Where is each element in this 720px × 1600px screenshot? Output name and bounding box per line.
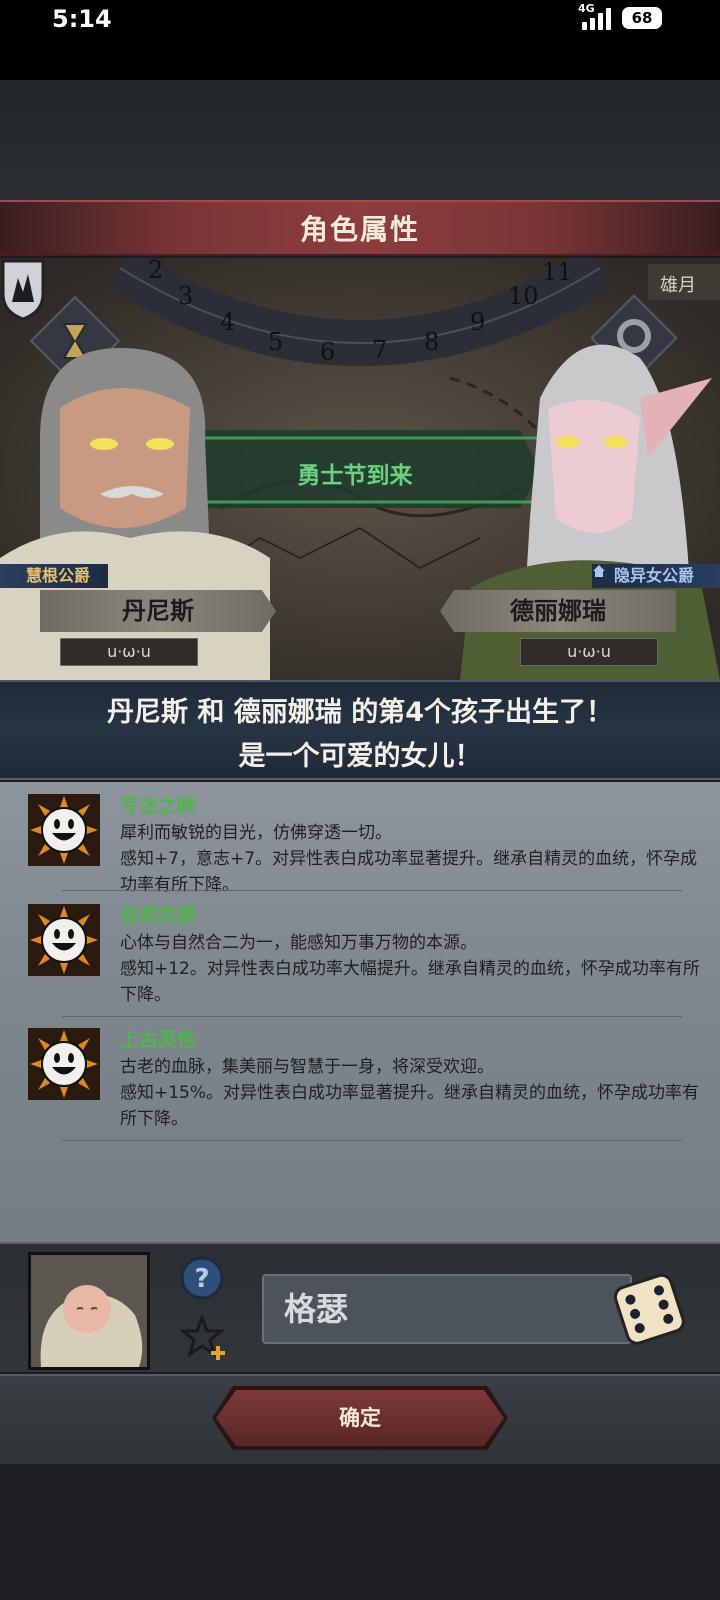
dial-number: 3	[178, 282, 193, 310]
dial-number: 7	[372, 336, 387, 364]
top-band	[0, 80, 720, 200]
smiley-sun-icon	[28, 1028, 100, 1100]
announcement-line-1: 丹尼斯 和 德丽娜瑞 的第4个孩子出生了！	[107, 697, 613, 728]
announcement-line-2: 是一个可爱的女儿！	[238, 741, 482, 772]
shield-icon	[1, 259, 45, 321]
favorite-add-icon[interactable]	[180, 1314, 228, 1362]
event-label: 勇士节到来	[297, 463, 413, 489]
divider	[62, 1016, 682, 1017]
mother-rank: 隐异女公爵	[592, 564, 720, 588]
dial-number: 6	[320, 338, 335, 366]
mother-name: 德丽娜瑞	[440, 590, 676, 632]
dial-number: 4	[220, 308, 235, 336]
dial-number: 9	[470, 308, 485, 336]
bottom-bar: 确定	[0, 1374, 720, 1464]
random-dice-icon[interactable]	[610, 1268, 690, 1348]
dial-number: 8	[424, 328, 439, 356]
father-name: 丹尼斯	[40, 590, 276, 632]
confirm-button[interactable]: 确定	[216, 1390, 504, 1446]
father-rank: 慧根公爵	[0, 564, 108, 588]
help-icon[interactable]: ?	[180, 1256, 224, 1300]
trait-name: 上古灵性	[120, 1029, 197, 1051]
divider	[62, 890, 682, 891]
dial-number: 5	[268, 328, 283, 356]
trait-description: 犀利而敏锐的目光，仿佛穿透一切。 感知+7，意志+7。对异性表白成功率显著提升。…	[120, 823, 698, 895]
trait-name: 自然共感	[120, 905, 197, 927]
baby-portrait	[28, 1252, 150, 1370]
month-label: 雄月	[660, 275, 696, 296]
smiley-sun-icon	[28, 794, 100, 866]
family-scene: 2 3 4 5 6 7 8 9 10 11 雄月 勇士节到来 慧根公爵 隐异女公…	[0, 258, 720, 680]
dial-number: 10	[508, 282, 539, 310]
mother-mood: u·ω·u	[520, 638, 658, 666]
divider	[62, 1140, 682, 1141]
signal-icon	[578, 6, 618, 30]
mother-rank-label: 隐异女公爵	[614, 566, 695, 585]
child-naming-row: ? 格瑟	[0, 1242, 720, 1372]
father-mood: u·ω·u	[60, 638, 198, 666]
title-banner: 角色属性	[0, 200, 720, 256]
battery-indicator: 68	[622, 7, 662, 29]
house-icon	[593, 565, 605, 577]
trait-description: 心体与自然合二为一，能感知万事万物的本源。 感知+12。对异性表白成功率大幅提升…	[120, 933, 700, 1005]
status-bar: 5:14 4G 68	[0, 0, 720, 38]
svg-text:?: ?	[194, 1264, 209, 1294]
dial-number: 11	[542, 258, 573, 286]
dial-number: 2	[148, 258, 163, 284]
birth-announcement: 丹尼斯 和 德丽娜瑞 的第4个孩子出生了！ 是一个可爱的女儿！	[0, 680, 720, 780]
page-title: 角色属性	[299, 213, 420, 246]
clock: 5:14	[52, 5, 112, 33]
father-rank-label: 慧根公爵	[26, 566, 91, 585]
child-name-input[interactable]: 格瑟	[262, 1274, 632, 1344]
traits-panel: 专注之眸 犀利而敏锐的目光，仿佛穿透一切。 感知+7，意志+7。对异性表白成功率…	[0, 782, 720, 1242]
baby-image	[31, 1255, 147, 1367]
trait-name: 专注之眸	[120, 795, 197, 817]
smiley-sun-icon	[28, 904, 100, 976]
trait-description: 古老的血脉，集美丽与智慧于一身，将深受欢迎。 感知+15%。对异性表白成功率显著…	[120, 1057, 700, 1129]
